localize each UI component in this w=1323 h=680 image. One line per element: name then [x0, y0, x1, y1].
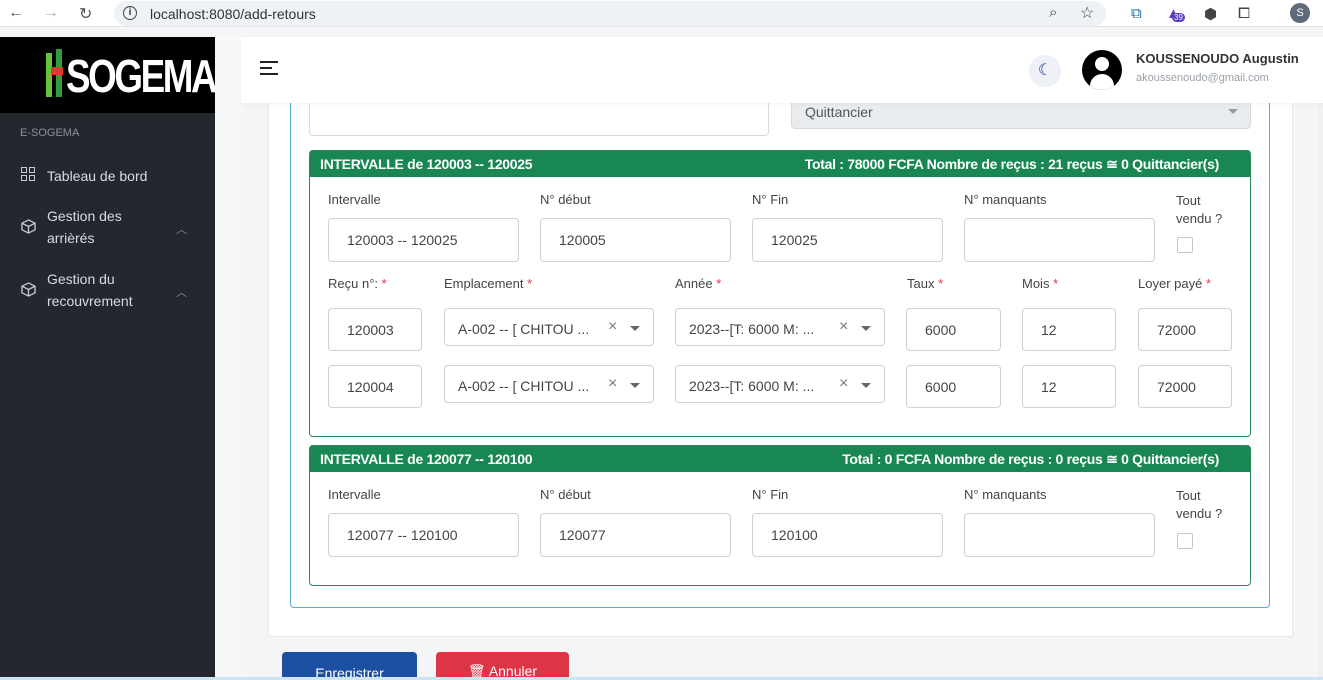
type-select-value: Quittancier [805, 104, 873, 120]
recu-field[interactable]: 120004 [328, 365, 422, 408]
url-text: localhost:8080/add-retours [150, 6, 316, 22]
extension-badge-icon[interactable]: ▲39 [1166, 5, 1185, 22]
page-scrollbar[interactable] [1318, 103, 1323, 680]
debut-field[interactable]: 120077 [540, 513, 731, 557]
reload-icon[interactable]: ↻ [79, 4, 92, 24]
emplacement-select[interactable]: A-002 -- [ CHITOU ... × [444, 365, 654, 403]
interval-summary: Total : 0 FCFA Nombre de reçus : 0 reçus… [842, 451, 1219, 467]
tout-vendu-label: Tout vendu ? [1176, 488, 1223, 521]
mois-field[interactable]: 12 [1022, 308, 1116, 351]
sidebar-item-recouvrement[interactable]: Gestion du recouvrement ︿ [0, 268, 215, 312]
recu-label: Reçu n°: * [328, 276, 387, 291]
fin-field[interactable]: 120100 [752, 513, 943, 557]
clear-icon[interactable]: × [608, 318, 617, 336]
address-bar[interactable]: i localhost:8080/add-retours ⌕ ☆ [114, 1, 1106, 26]
tout-vendu-label: Tout vendu ? [1176, 193, 1223, 226]
puzzle-icon[interactable]: ⧠ [1238, 5, 1250, 22]
tout-vendu-checkbox[interactable] [1177, 237, 1193, 253]
emplacement-value: A-002 -- [ CHITOU ... [458, 378, 590, 394]
clear-icon[interactable]: × [608, 375, 617, 393]
annee-value: 2023--[T: 6000 M: ... [689, 321, 815, 337]
loyer-field[interactable]: 72000 [1138, 308, 1232, 351]
intervalle-field[interactable]: 120077 -- 120100 [328, 513, 519, 557]
bookmark-star-icon[interactable]: ☆ [1080, 3, 1094, 23]
interval-summary: Total : 78000 FCFA Nombre de reçus : 21 … [804, 156, 1220, 172]
fin-field[interactable]: 120025 [752, 218, 943, 262]
brand-name: SOGEMA [66, 50, 218, 102]
annee-select[interactable]: 2023--[T: 6000 M: ... × [675, 365, 885, 403]
caret-down-icon[interactable] [861, 383, 871, 388]
tout-vendu-checkbox[interactable] [1177, 533, 1193, 549]
interval-title: INTERVALLE de 120077 -- 120100 [320, 451, 533, 467]
back-icon[interactable]: ← [8, 4, 24, 22]
cube-icon [21, 219, 36, 238]
emplacement-select[interactable]: A-002 -- [ CHITOU ... × [444, 308, 654, 346]
sidebar-gutter [215, 37, 241, 680]
user-avatar[interactable] [1082, 50, 1122, 90]
interval-title: INTERVALLE de 120003 -- 120025 [320, 156, 533, 172]
extension-hex-icon[interactable]: ⬢ [1204, 5, 1217, 23]
debut-field[interactable]: 120005 [540, 218, 731, 262]
manquants-label: N° manquants [964, 192, 1047, 207]
loyer-label: Loyer payé * [1138, 276, 1212, 291]
hamburger-menu-icon[interactable] [260, 61, 278, 79]
taux-field[interactable]: 6000 [906, 308, 1001, 351]
dark-mode-toggle-icon[interactable]: ☾ [1029, 55, 1061, 87]
intervalle-label: Intervalle [328, 192, 381, 207]
forward-icon[interactable]: → [43, 4, 59, 22]
extension-badge-count: 39 [1172, 13, 1185, 22]
browser-toolbar: ← → ↻ i localhost:8080/add-retours ⌕ ☆ ⧉… [0, 0, 1323, 27]
caret-down-icon[interactable] [630, 326, 640, 331]
top-bar: ☾ KOUSSENOUDO Augustin akoussenoudo@gmai… [241, 37, 1323, 103]
logo[interactable]: SOGEMA [0, 37, 218, 113]
manquants-field[interactable] [964, 513, 1155, 557]
cube-icon [21, 282, 36, 301]
mois-field[interactable]: 12 [1022, 365, 1116, 408]
manquants-field[interactable] [964, 218, 1155, 262]
annee-select[interactable]: 2023--[T: 6000 M: ... × [675, 308, 885, 346]
caret-down-icon [1228, 109, 1238, 114]
zoom-icon[interactable]: ⌕ [1049, 4, 1057, 21]
emplacement-label: Emplacement * [444, 276, 533, 291]
sidebar-item-label: Gestion du recouvrement [47, 271, 133, 309]
caret-down-icon[interactable] [861, 326, 871, 331]
grid-icon [21, 167, 35, 185]
caret-down-icon[interactable] [630, 383, 640, 388]
annee-value: 2023--[T: 6000 M: ... [689, 378, 815, 394]
sidebar-item-label: Tableau de bord [47, 168, 148, 184]
extension-icon[interactable]: ⧉ [1131, 5, 1142, 22]
user-name[interactable]: KOUSSENOUDO Augustin [1136, 51, 1299, 66]
annee-label: Année * [675, 276, 722, 291]
debut-label: N° début [540, 192, 591, 207]
loyer-field[interactable]: 72000 [1138, 365, 1232, 408]
emplacement-value: A-002 -- [ CHITOU ... [458, 321, 590, 337]
interval-group-header: INTERVALLE de 120003 -- 120025 Total : 7… [310, 151, 1250, 177]
intervalle-field[interactable]: 120003 -- 120025 [328, 218, 519, 262]
save-button[interactable]: Enregistrer [282, 652, 417, 680]
chevron-up-icon[interactable]: ︿ [176, 221, 187, 237]
interval-group-header: INTERVALLE de 120077 -- 120100 Total : 0… [310, 446, 1250, 472]
sidebar-item-label: Gestion des arrièrés [47, 208, 122, 246]
taux-label: Taux * [907, 276, 944, 291]
profile-avatar[interactable]: S [1290, 3, 1310, 23]
mois-label: Mois * [1022, 276, 1059, 291]
chevron-up-icon[interactable]: ︿ [176, 284, 187, 300]
fin-label: N° Fin [752, 487, 789, 502]
manquants-label: N° manquants [964, 487, 1047, 502]
recu-field[interactable]: 120003 [328, 308, 422, 351]
site-info-icon[interactable]: i [123, 6, 137, 20]
sidebar: SOGEMA E-SOGEMA Tableau de bord Gestion … [0, 37, 218, 680]
clear-icon[interactable]: × [839, 318, 848, 336]
taux-field[interactable]: 6000 [906, 365, 1001, 408]
fin-label: N° Fin [752, 192, 789, 207]
user-email: akoussenoudo@gmail.com [1136, 72, 1269, 84]
clear-icon[interactable]: × [839, 375, 848, 393]
debut-label: N° début [540, 487, 591, 502]
sidebar-item-dashboard[interactable]: Tableau de bord [0, 165, 215, 187]
cancel-button[interactable]: 🗑 Annuler [436, 652, 569, 680]
intervalle-label: Intervalle [328, 487, 381, 502]
sidebar-section-title: E-SOGEMA [20, 127, 80, 139]
sidebar-item-arrieres[interactable]: Gestion des arrièrés ︿ [0, 205, 215, 249]
